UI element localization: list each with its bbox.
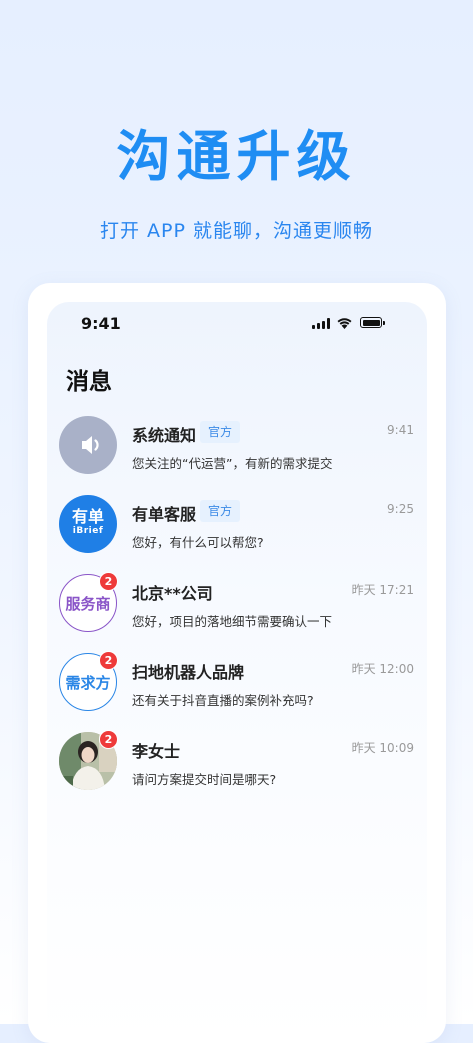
contact-name: 李女士 bbox=[132, 742, 181, 761]
message-time: 昨天 10:09 bbox=[351, 741, 414, 755]
avatar bbox=[59, 416, 117, 474]
contact-name: 扫地机器人品牌 bbox=[132, 663, 245, 682]
list-item[interactable]: 2 李女士 昨天 10:09 请问方案提交时间是哪天? bbox=[47, 730, 427, 804]
contact-name: 北京**公司 bbox=[132, 584, 213, 603]
avatar: 有单 iBrief bbox=[59, 495, 117, 553]
message-time: 昨天 17:21 bbox=[351, 583, 414, 597]
message-preview: 您关注的“代运营”，有新的需求提交 bbox=[132, 456, 333, 471]
brand-logo: 有单 bbox=[71, 507, 104, 526]
hero-title: 沟通升级 bbox=[116, 125, 357, 188]
phone-screen: 9:41 消息 系统通知 官方 9:41 您关注的“代运营”，有新的需求提交 有… bbox=[47, 302, 427, 1042]
hero-subtitle: 打开 APP 就能聊，沟通更顺畅 bbox=[100, 220, 373, 242]
speaker-icon bbox=[82, 436, 99, 454]
message-time: 9:41 bbox=[387, 423, 414, 437]
page-title: 消息 bbox=[66, 369, 112, 395]
message-preview: 您好，有什么可以帮您? bbox=[132, 535, 264, 550]
contact-name: 有单客服 bbox=[132, 505, 197, 524]
unread-badge: 2 bbox=[99, 730, 118, 749]
message-preview: 您好，项目的落地细节需要确认一下 bbox=[132, 614, 333, 629]
list-item[interactable]: 系统通知 官方 9:41 您关注的“代运营”，有新的需求提交 bbox=[47, 416, 427, 488]
status-time: 9:41 bbox=[81, 314, 121, 333]
unread-badge: 2 bbox=[99, 651, 118, 670]
list-item[interactable]: 服务商 2 北京**公司 昨天 17:21 您好，项目的落地细节需要确认一下 bbox=[47, 572, 427, 646]
message-preview: 还有关于抖音直播的案例补充吗? bbox=[132, 693, 314, 708]
wifi-icon bbox=[337, 318, 352, 329]
battery-icon bbox=[360, 317, 385, 328]
list-item[interactable]: 有单 iBrief 有单客服 官方 9:25 您好，有什么可以帮您? bbox=[47, 495, 427, 567]
official-tag: 官方 bbox=[200, 500, 241, 522]
message-time: 9:25 bbox=[387, 502, 414, 516]
contact-name: 系统通知 bbox=[132, 426, 197, 445]
unread-badge: 2 bbox=[99, 572, 118, 591]
status-bar: 9:41 bbox=[47, 302, 427, 346]
list-item[interactable]: 需求方 2 扫地机器人品牌 昨天 12:00 还有关于抖音直播的案例补充吗? bbox=[47, 651, 427, 725]
message-time: 昨天 12:00 bbox=[351, 662, 414, 676]
message-preview: 请问方案提交时间是哪天? bbox=[132, 772, 277, 787]
signal-icon bbox=[312, 318, 330, 329]
brand-logo-sub: iBrief bbox=[72, 526, 104, 536]
official-tag: 官方 bbox=[200, 421, 241, 443]
